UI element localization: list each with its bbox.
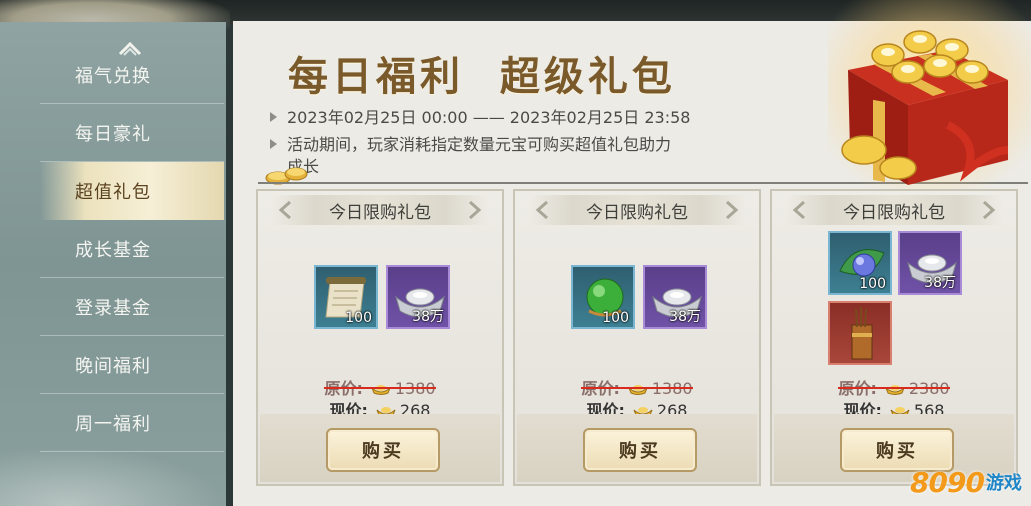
sidebar-item-label: 登录基金 (75, 297, 151, 319)
sidebar-item-value-pack[interactable]: 超值礼包 (40, 162, 224, 220)
gold-ingot-icon (628, 385, 648, 395)
card-header: 今日限购礼包 (786, 195, 1002, 225)
sidebar: 福气兑换 每日豪礼 超值礼包 成长基金 登录基金 晚间福利 周一福利 (0, 22, 226, 506)
chevron-right-icon (726, 201, 739, 219)
sidebar-item-fuqi-exchange[interactable]: 福气兑换 (40, 46, 224, 104)
gift-box-icon (828, 0, 1031, 195)
event-period-text: 2023年02月25日 00:00 —— 2023年02月25日 23:58 (287, 108, 691, 127)
chevron-left-icon (792, 201, 805, 219)
card-header: 今日限购礼包 (272, 195, 488, 225)
card-header: 今日限购礼包 (529, 195, 745, 225)
sidebar-item-growth-fund[interactable]: 成长基金 (40, 220, 224, 278)
card-title: 今日限购礼包 (843, 202, 945, 223)
item-count: 38万 (669, 309, 701, 325)
item-slot[interactable]: 100 (571, 265, 635, 329)
buy-button[interactable]: 购买 (326, 428, 440, 472)
item-slot[interactable]: 38万 (386, 265, 450, 329)
item-slot[interactable] (828, 301, 892, 365)
item-count: 38万 (924, 275, 956, 291)
watermark-text: 游戏 (985, 473, 1022, 494)
cloud-decoration (0, 446, 226, 506)
item-slot[interactable]: 100 (828, 231, 892, 295)
sidebar-item-login-fund[interactable]: 登录基金 (40, 278, 224, 336)
buy-area: 购买 (517, 414, 757, 482)
strikethrough-line (838, 387, 950, 389)
chevron-right-icon (469, 201, 482, 219)
sidebar-item-daily-gift[interactable]: 每日豪礼 (40, 104, 224, 162)
gift-pack-card: 今日限购礼包 100 38万 原价:1380 现价:268 购买 (256, 189, 504, 486)
page-title: 每日福利 超级礼包 (288, 53, 676, 100)
incense-bundle-icon (851, 307, 873, 360)
bullet-triangle-icon (270, 139, 277, 149)
chevron-left-icon (278, 201, 291, 219)
buy-area: 购买 (260, 414, 500, 482)
item-count: 100 (345, 310, 372, 326)
sidebar-item-label: 成长基金 (75, 239, 151, 261)
strikethrough-line (581, 387, 693, 389)
item-count: 38万 (412, 309, 444, 325)
sidebar-item-monday-welfare[interactable]: 周一福利 (40, 394, 224, 452)
event-description-text: 活动期间，玩家消耗指定数量元宝可购买超值礼包助力 (287, 135, 672, 154)
chevron-right-icon (983, 201, 996, 219)
sidebar-item-label: 每日豪礼 (75, 123, 151, 145)
sidebar-item-label: 福气兑换 (75, 65, 151, 87)
bullet-triangle-icon (270, 112, 277, 122)
gold-ingot-icon (885, 385, 905, 395)
card-title: 今日限购礼包 (586, 202, 688, 223)
item-slot[interactable]: 38万 (898, 231, 962, 295)
event-period: 2023年02月25日 00:00 —— 2023年02月25日 23:58 (270, 104, 690, 128)
original-price: 原价:1380 (258, 375, 502, 399)
sidebar-item-label: 超值礼包 (75, 182, 151, 203)
chevron-left-icon (535, 201, 548, 219)
original-price: 原价:2380 (772, 375, 1016, 399)
gold-ingot-icon (371, 385, 391, 395)
gift-pack-card: 今日限购礼包 100 38万 原价:2380 现价:568 购买 (770, 189, 1018, 486)
strikethrough-line (324, 387, 436, 389)
watermark-number: 8090 (910, 465, 985, 499)
sidebar-item-label: 晚间福利 (75, 355, 151, 377)
card-title: 今日限购礼包 (329, 202, 431, 223)
event-description: 活动期间，玩家消耗指定数量元宝可购买超值礼包助力 (270, 131, 671, 155)
item-slot[interactable]: 38万 (643, 265, 707, 329)
gift-pack-card: 今日限购礼包 100 38万 原价:1380 现价:268 购买 (513, 189, 761, 486)
item-count: 100 (859, 276, 886, 292)
original-price: 原价:1380 (515, 375, 759, 399)
item-count: 100 (602, 310, 629, 326)
site-watermark: 8090 游戏 (910, 462, 1028, 502)
sidebar-item-evening-welfare[interactable]: 晚间福利 (40, 336, 224, 394)
item-slot[interactable]: 100 (314, 265, 378, 329)
sidebar-item-label: 周一福利 (75, 413, 151, 435)
buy-button[interactable]: 购买 (583, 428, 697, 472)
